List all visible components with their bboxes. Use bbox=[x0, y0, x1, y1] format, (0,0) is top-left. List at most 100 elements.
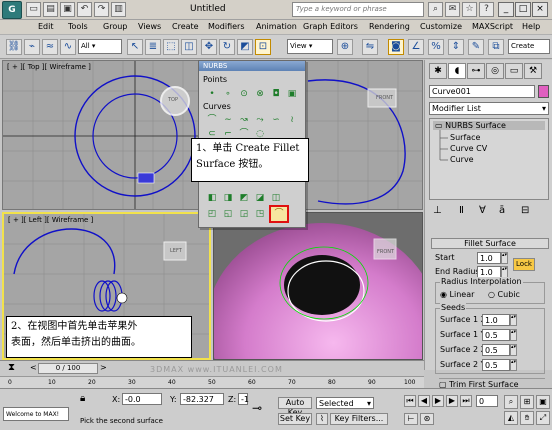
search-icon[interactable]: ⌕ bbox=[428, 2, 443, 17]
make-unique-icon[interactable]: ∀ bbox=[479, 205, 486, 216]
seed-s2y-spinner[interactable]: ▴▾ bbox=[510, 359, 517, 371]
minimize-button[interactable]: _ bbox=[498, 2, 514, 17]
snaps-toggle-icon[interactable]: ◙ bbox=[388, 39, 404, 55]
create-sweep-icon[interactable]: ◪ bbox=[253, 191, 267, 205]
menu-edit[interactable]: Edit bbox=[38, 22, 54, 31]
menu-views[interactable]: Views bbox=[138, 22, 161, 31]
y-coord-field[interactable]: -82.327 bbox=[180, 393, 224, 405]
menu-graph-editors[interactable]: Graph Editors bbox=[303, 22, 358, 31]
create-cv-curve-icon[interactable]: ⌒ bbox=[205, 113, 219, 127]
select-and-scale-icon[interactable]: ◩ bbox=[237, 39, 253, 55]
remove-modifier-icon[interactable]: ā bbox=[499, 205, 505, 216]
favorites-icon[interactable]: ☆ bbox=[462, 2, 477, 17]
menu-group[interactable]: Group bbox=[103, 22, 127, 31]
object-color-swatch[interactable] bbox=[538, 85, 549, 98]
angle-snap-icon[interactable]: ∠ bbox=[408, 39, 424, 55]
menu-tools[interactable]: Tools bbox=[68, 22, 88, 31]
mirror-axis-icon[interactable]: ⧉ bbox=[488, 39, 504, 55]
new-file-icon[interactable]: ▭ bbox=[26, 2, 41, 17]
create-uv-loft-icon[interactable]: ◩ bbox=[237, 191, 251, 205]
app-logo-icon[interactable]: G bbox=[2, 1, 22, 19]
create-blend-curve-icon[interactable]: ∽ bbox=[269, 113, 283, 127]
edit-named-selection-icon[interactable]: ✎ bbox=[468, 39, 484, 55]
window-crossing-icon[interactable]: ◫ bbox=[181, 39, 197, 55]
viewport-top[interactable]: [ + ][ Top ][ Wireframe ] TOP bbox=[2, 60, 205, 210]
viewcube-left-label[interactable]: LEFT bbox=[170, 248, 182, 254]
create-surface-point-icon[interactable]: ◘ bbox=[269, 87, 283, 101]
viewcube-persp-label[interactable]: FRONT bbox=[377, 249, 394, 255]
z-coord-field[interactable]: -1 bbox=[238, 393, 249, 405]
create-offset-curve-icon[interactable]: ≀ bbox=[285, 113, 299, 127]
current-frame-field[interactable]: 0 bbox=[476, 395, 498, 407]
motion-tab-icon[interactable]: ◎ bbox=[486, 63, 504, 79]
menu-rendering[interactable]: Rendering bbox=[369, 22, 410, 31]
fillet-surface-rollout-title[interactable]: Fillet Surface bbox=[431, 238, 549, 249]
seed-s2x-spinner[interactable]: ▴▾ bbox=[510, 344, 517, 356]
object-name-field[interactable]: Curve001 bbox=[429, 85, 535, 98]
viewcube-top-label[interactable]: TOP bbox=[168, 97, 178, 103]
create-curve-point-icon[interactable]: ⊙ bbox=[237, 87, 251, 101]
create-offset-point-icon[interactable]: ∘ bbox=[221, 87, 235, 101]
display-tab-icon[interactable]: ▭ bbox=[505, 63, 523, 79]
go-to-end-icon[interactable]: ⏭ bbox=[460, 395, 472, 407]
create-ulofting-icon[interactable]: ◨ bbox=[221, 191, 235, 205]
hierarchy-tab-icon[interactable]: ⊶ bbox=[467, 63, 485, 79]
seed-s2x-field[interactable]: 0.5 bbox=[482, 344, 510, 356]
mirror-icon[interactable]: ⇋ bbox=[362, 39, 378, 55]
select-object-icon[interactable]: ↖ bbox=[127, 39, 143, 55]
create-extrude-surface-icon[interactable]: ◳ bbox=[253, 207, 267, 221]
zoom-all-icon[interactable]: ⊞ bbox=[520, 395, 534, 409]
start-radius-spinner[interactable]: ▴▾ bbox=[501, 252, 508, 264]
pan-view-icon[interactable]: ✋︎ bbox=[520, 411, 534, 425]
menu-modifiers[interactable]: Modifiers bbox=[208, 22, 245, 31]
linear-radio[interactable]: ◉ Linear bbox=[440, 290, 474, 299]
key-mode-dropdown[interactable]: Selected ▾ bbox=[316, 397, 374, 409]
viewport-perspective[interactable]: FRONT bbox=[213, 212, 423, 360]
show-end-result-icon[interactable]: Ⅱ bbox=[459, 205, 464, 216]
close-button[interactable]: × bbox=[532, 2, 548, 17]
field-of-view-icon[interactable]: ◭ bbox=[504, 411, 518, 425]
project-folder-icon[interactable]: ▥ bbox=[111, 2, 126, 17]
key-filters-button[interactable]: Key Filters... bbox=[330, 413, 388, 425]
modifier-stack[interactable]: ▭ NURBS Surface Surface Curve CV Curve bbox=[429, 118, 549, 200]
undo-icon[interactable]: ↶ bbox=[77, 2, 92, 17]
lock-selection-icon[interactable]: 🔒︎ bbox=[80, 393, 85, 404]
create-fit-curve-icon[interactable]: ↝ bbox=[237, 113, 251, 127]
cubic-radio[interactable]: ○ Cubic bbox=[488, 290, 520, 299]
modifier-list-dropdown[interactable]: Modifier List ▾ bbox=[429, 102, 549, 115]
selection-filter-dropdown[interactable]: All ▾ bbox=[78, 39, 122, 54]
redo-icon[interactable]: ↷ bbox=[94, 2, 109, 17]
maximize-button[interactable]: □ bbox=[515, 2, 531, 17]
zoom-extents-icon[interactable]: ▣ bbox=[536, 395, 550, 409]
help-icon[interactable]: ? bbox=[479, 2, 494, 17]
next-frame-icon[interactable]: > bbox=[100, 363, 107, 372]
default-in-out-tangent-icon[interactable]: ⌇ bbox=[316, 413, 328, 425]
seed-s1y-spinner[interactable]: ▴▾ bbox=[510, 329, 517, 341]
go-to-start-icon[interactable]: ⏮ bbox=[404, 395, 416, 407]
play-icon[interactable]: ▶ bbox=[432, 395, 444, 407]
menu-customize[interactable]: Customize bbox=[420, 22, 462, 31]
menu-create[interactable]: Create bbox=[172, 22, 199, 31]
next-frame-icon[interactable]: ▶ bbox=[446, 395, 458, 407]
track-bar[interactable]: 0 10 20 30 40 50 60 70 80 90 100 bbox=[0, 376, 424, 388]
maximize-viewport-icon[interactable]: ⤢ bbox=[536, 411, 550, 425]
create-surface-curve-point-icon[interactable]: ▣ bbox=[285, 87, 299, 101]
time-slider[interactable]: 0 / 100 bbox=[38, 363, 98, 374]
previous-frame-icon[interactable]: ◀ bbox=[418, 395, 430, 407]
lock-button[interactable]: Lock bbox=[513, 258, 535, 271]
create-cap-surface-icon[interactable]: ◧ bbox=[205, 191, 219, 205]
x-coord-field[interactable]: -0.0 bbox=[122, 393, 162, 405]
zoom-icon[interactable]: ⌕ bbox=[504, 395, 518, 409]
communication-center-icon[interactable]: ✉ bbox=[445, 2, 460, 17]
create-2-rail-sweep-icon[interactable]: ◱ bbox=[221, 207, 235, 221]
maxscript-listener[interactable]: Welcome to MAX! bbox=[3, 407, 69, 421]
create-point-icon[interactable]: • bbox=[205, 87, 219, 101]
viewcube-front-label[interactable]: FRONT bbox=[376, 95, 393, 101]
create-multicurve-trim-icon[interactable]: ◲ bbox=[237, 207, 251, 221]
help-search-input[interactable]: Type a keyword or phrase bbox=[292, 2, 424, 17]
named-selection-sets-dropdown[interactable]: Create bbox=[508, 39, 550, 54]
stack-item-nurbs-surface[interactable]: ▭ NURBS Surface bbox=[433, 121, 545, 130]
mini-curve-editor-icon[interactable]: ⧗ bbox=[8, 362, 15, 373]
rectangular-selection-icon[interactable]: ⬚ bbox=[163, 39, 179, 55]
configure-modifier-sets-icon[interactable]: ⊟ bbox=[521, 205, 529, 216]
